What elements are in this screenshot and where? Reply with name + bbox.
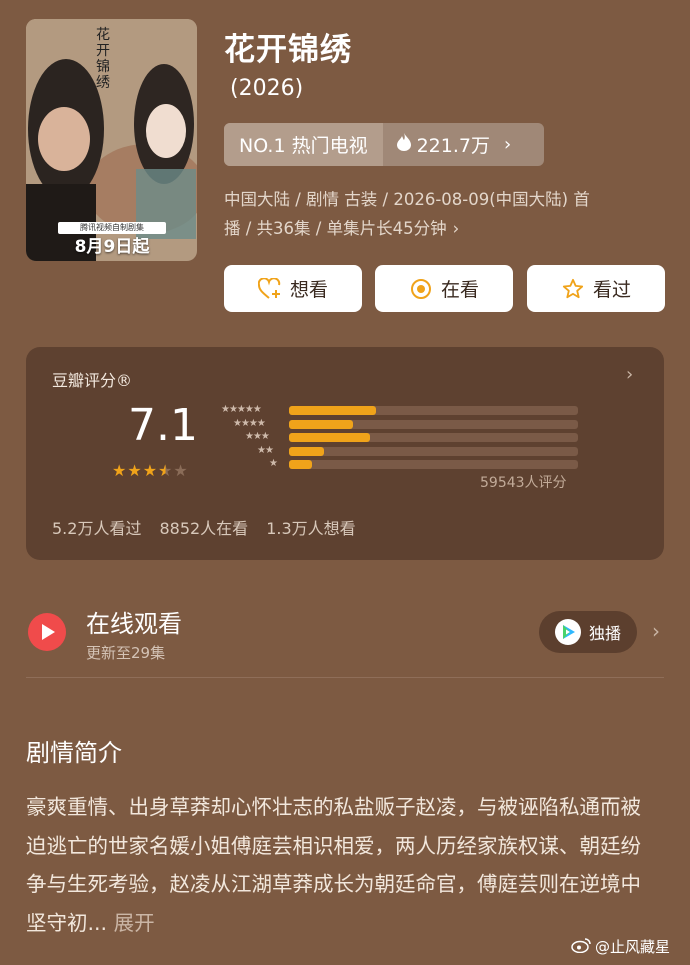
- rank-label: NO.1 热门电视: [224, 123, 383, 166]
- distribution-stars: ★★: [257, 444, 274, 456]
- divider: [26, 677, 664, 678]
- rating-star: ★: [142, 461, 158, 480]
- watching-button[interactable]: 在看: [375, 265, 513, 312]
- watermark: @止风藏星: [571, 936, 670, 957]
- watched-button[interactable]: 看过: [527, 265, 665, 312]
- exclusive-label: 独播: [588, 624, 621, 643]
- vote-count: 59543人评分: [480, 475, 567, 491]
- chevron-right-icon: ›: [503, 134, 512, 155]
- page-title: 花开锦绣: [224, 32, 352, 68]
- distribution-stars: ★★★★★: [221, 404, 262, 415]
- play-button[interactable]: [28, 613, 66, 651]
- weibo-icon: [571, 937, 591, 957]
- poster-image[interactable]: 花开锦绣 腾讯视频自制剧集 8月9日起: [26, 19, 197, 261]
- distribution-bar: [289, 419, 353, 429]
- chevron-right-icon: ›: [626, 364, 634, 385]
- distribution-track: [289, 460, 578, 469]
- watching-count: 8852人在看: [159, 519, 249, 538]
- distribution-bar: [289, 406, 376, 415]
- chevron-right-icon: ›: [452, 219, 460, 238]
- distribution-track: [289, 446, 578, 456]
- rating-score: 7.1: [128, 400, 198, 451]
- rating-star: ★: [112, 461, 127, 480]
- online-title[interactable]: 在线观看: [86, 604, 182, 639]
- synopsis-text: 豪爽重情、出身草莽却心怀壮志的私盐贩子赵凌，与被诬陷私通而被迫逃亡的世家名媛小姐…: [26, 788, 646, 942]
- episode-update: 更新至29集: [86, 644, 166, 662]
- distribution-stars: ★: [269, 458, 278, 469]
- want-label: 想看: [289, 279, 328, 301]
- watched-label: 看过: [592, 279, 631, 301]
- chevron-right-icon: ›: [652, 619, 660, 643]
- distribution-bar: [289, 460, 313, 469]
- flame-icon: [396, 133, 411, 156]
- watched-count: 5.2万人看过: [52, 519, 142, 538]
- target-icon: [409, 277, 433, 301]
- play-icon: [42, 624, 55, 640]
- exclusive-button[interactable]: 独播: [539, 611, 637, 653]
- want-button[interactable]: 想看: [224, 265, 362, 312]
- rating-stats: 5.2万人看过 8852人在看 1.3万人想看: [52, 515, 356, 539]
- want-count: 1.3万人想看: [266, 519, 356, 538]
- poster-date: 8月9日起: [74, 237, 150, 257]
- distribution-stars: ★★★: [245, 431, 270, 442]
- tencent-video-icon: [554, 619, 581, 645]
- star-icon: [561, 277, 585, 301]
- distribution-bar: [289, 433, 370, 442]
- meta-line: 播 / 共36集 / 单集片长45分钟: [224, 219, 447, 238]
- heat-value: 221.7万: [416, 135, 490, 157]
- rating-stars: ★ ★ ★ ★ ★: [112, 463, 188, 479]
- poster-calligraphy: 花开锦绣: [96, 27, 110, 91]
- synopsis-heading: 剧情简介: [26, 739, 122, 767]
- rating-star: ★: [158, 461, 173, 480]
- distribution-bar: [289, 446, 324, 456]
- watermark-text: @止风藏星: [595, 938, 671, 956]
- release-year: (2026): [230, 76, 304, 101]
- meta-line: 中国大陆 / 剧情 古装 / 2026-08-09(中国大陆) 首: [224, 190, 590, 209]
- movie-meta[interactable]: 中国大陆 / 剧情 古装 / 2026-08-09(中国大陆) 首 播 / 共3…: [224, 185, 654, 243]
- rank-badge[interactable]: NO.1 热门电视 221.7万 ›: [224, 123, 544, 166]
- expand-link[interactable]: 展开: [114, 911, 155, 935]
- rating-label: 豆瓣评分®: [52, 371, 133, 390]
- watching-label: 在看: [440, 279, 479, 301]
- rating-star: ★: [173, 461, 188, 480]
- distribution-stars: ★★★★: [233, 417, 266, 429]
- heart-plus-icon: [257, 277, 282, 301]
- rating-star: ★: [127, 461, 142, 480]
